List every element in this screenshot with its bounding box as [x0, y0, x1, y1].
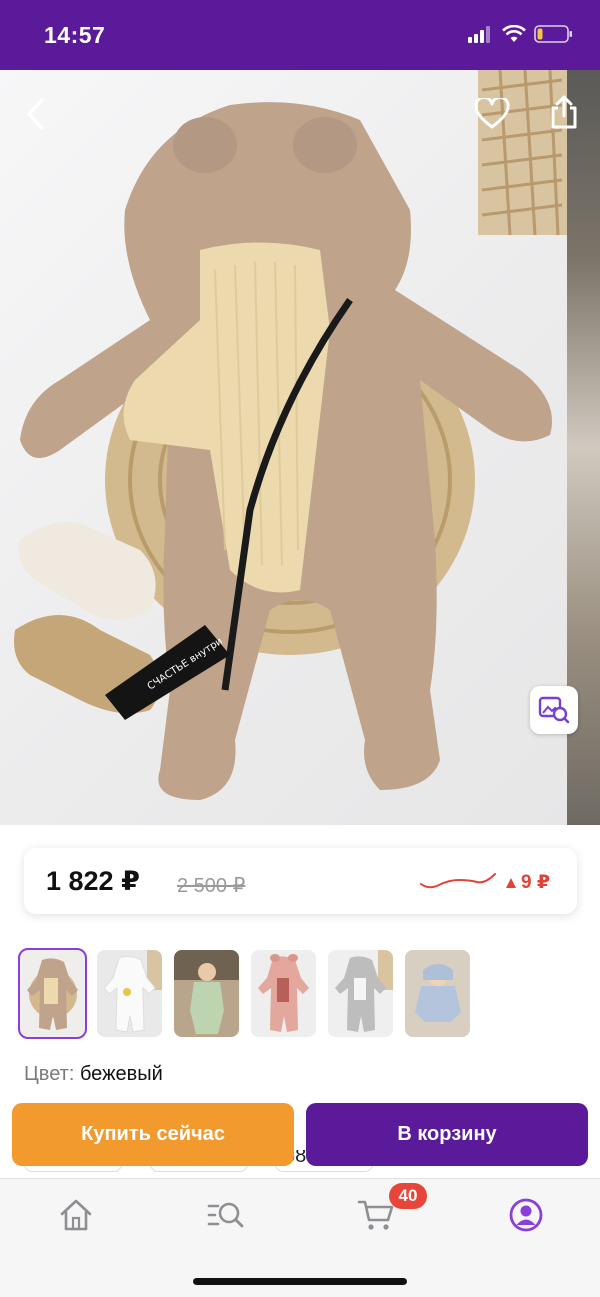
image-search-button[interactable]: [530, 686, 578, 734]
tab-home[interactable]: [52, 1195, 100, 1235]
tab-catalog[interactable]: [202, 1195, 250, 1235]
battery-icon: [534, 25, 572, 43]
share-icon: [551, 95, 577, 129]
favorite-button[interactable]: [470, 92, 514, 136]
chevron-left-icon: [27, 98, 44, 130]
add-to-cart-button[interactable]: В корзину: [306, 1103, 588, 1166]
color-label: Цвет:: [24, 1063, 75, 1085]
cart-icon: [357, 1200, 394, 1230]
tab-profile[interactable]: [502, 1195, 550, 1235]
image-search-icon: [538, 696, 570, 724]
home-indicator: [193, 1278, 407, 1285]
color-value: бежевый: [79, 1063, 163, 1085]
variant-thumb-beige[interactable]: [18, 948, 87, 1039]
variant-thumb-blue[interactable]: [405, 950, 470, 1037]
price-trend-graph[interactable]: [419, 870, 499, 892]
variant-thumb-pink[interactable]: [251, 950, 316, 1037]
cart-count-badge: 40: [389, 1183, 427, 1209]
catalog-search-icon: [207, 1202, 244, 1228]
share-button[interactable]: [542, 90, 586, 134]
arrow-up-icon: [506, 877, 516, 888]
product-image-gallery[interactable]: СЧАСТЬЕ внутри: [0, 70, 600, 825]
price-change[interactable]: 9 ₽: [505, 871, 550, 894]
price-old: 2 500 ₽: [177, 875, 246, 897]
back-button[interactable]: [14, 92, 58, 136]
signal-icon: [468, 26, 490, 43]
variant-thumb-green[interactable]: [174, 950, 239, 1037]
price-current: 1 822 ₽: [46, 866, 140, 896]
variant-thumbnails: [18, 948, 470, 1039]
profile-icon: [509, 1198, 543, 1232]
variant-thumb-grey[interactable]: [328, 950, 393, 1037]
buy-now-button[interactable]: Купить сейчас: [12, 1103, 294, 1166]
heart-icon: [474, 98, 510, 129]
price-change-value: 9 ₽: [521, 872, 551, 893]
home-icon: [60, 1199, 92, 1231]
status-bar: 14:57: [0, 0, 600, 70]
price-card: 1 822 ₽ 2 500 ₽ 9 ₽: [24, 848, 577, 914]
status-icons: [468, 24, 574, 44]
color-row: Цвет: бежевый: [24, 1063, 163, 1086]
variant-thumb-white[interactable]: [97, 950, 162, 1037]
product-photo: СЧАСТЬЕ внутри: [14, 70, 568, 801]
status-time: 14:57: [44, 22, 106, 48]
wifi-icon: [502, 25, 526, 42]
